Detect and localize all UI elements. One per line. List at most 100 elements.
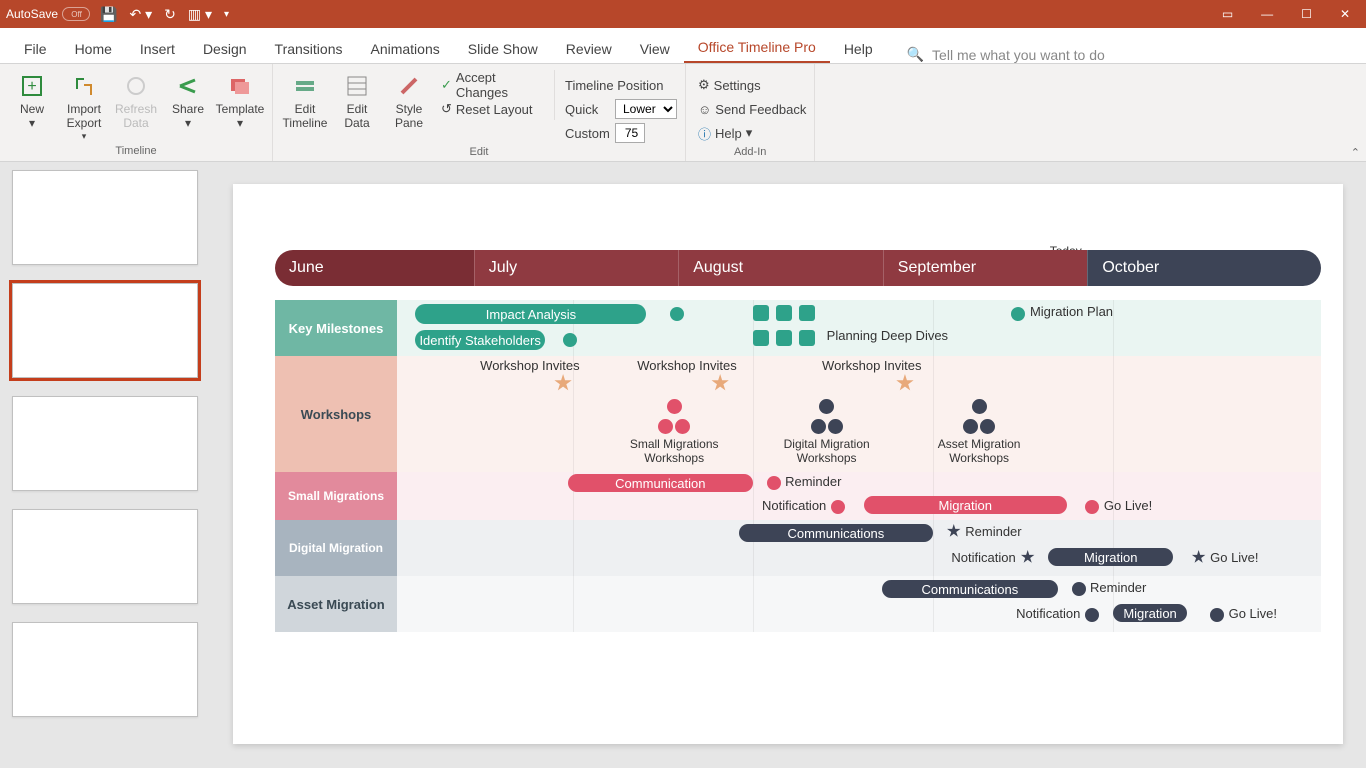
share-button[interactable]: Share▾ xyxy=(164,70,212,131)
tab-home[interactable]: Home xyxy=(61,35,126,63)
bar-communications[interactable]: Communications xyxy=(882,580,1058,598)
star-icon[interactable] xyxy=(1192,550,1206,564)
smile-icon: ☺ xyxy=(698,102,711,117)
slide-canvas[interactable]: Today▼ June July August September Octobe… xyxy=(233,184,1343,744)
milestone-square[interactable] xyxy=(753,330,769,346)
help-icon: ⓘ xyxy=(698,124,711,143)
custom-input[interactable] xyxy=(615,123,645,143)
gear-icon: ⚙ xyxy=(698,77,710,93)
star-icon[interactable] xyxy=(947,524,961,538)
edit-timeline-button[interactable]: Edit Timeline xyxy=(281,70,329,131)
star-icon[interactable] xyxy=(1021,550,1035,564)
swimlane-label: Digital Migration xyxy=(275,520,397,576)
ribbon: +New▾ Import Export▾ Refresh Data Share▾… xyxy=(0,64,1366,162)
bar-communication[interactable]: Communication xyxy=(568,474,753,492)
star-icon[interactable] xyxy=(896,374,914,392)
milestone-dot[interactable] xyxy=(767,476,781,490)
workshop-group[interactable] xyxy=(804,398,850,438)
milestone-square[interactable] xyxy=(776,305,792,321)
swimlane-digital-migration: Digital Migration Communications Reminde… xyxy=(275,520,1321,576)
milestone-square[interactable] xyxy=(753,305,769,321)
tab-insert[interactable]: Insert xyxy=(126,35,189,63)
bar-migration[interactable]: Migration xyxy=(1048,548,1173,566)
undo-icon[interactable]: ↶ ▾ xyxy=(129,6,152,23)
ribbon-display-icon[interactable]: ▭ xyxy=(1222,7,1233,21)
slide-editor[interactable]: Today▼ June July August September Octobe… xyxy=(210,162,1366,768)
save-icon[interactable]: 💾 xyxy=(100,6,117,23)
ribbon-group-edit: Edit Timeline Edit Data Style Pane ✓ Acc… xyxy=(273,64,686,161)
window-controls: ▭ ― ☐ ✕ xyxy=(1222,7,1360,21)
reset-layout-button[interactable]: ↺ Reset Layout xyxy=(441,98,548,120)
tell-me-search[interactable]: 🔍 Tell me what you want to do xyxy=(907,46,1105,63)
star-icon[interactable] xyxy=(554,374,572,392)
swimlane-small-migrations: Small Migrations Communication Reminder … xyxy=(275,472,1321,520)
label-notification: Notification xyxy=(762,498,826,513)
label-reminder: Reminder xyxy=(1090,580,1146,595)
tab-view[interactable]: View xyxy=(626,35,684,63)
qat-more-icon[interactable]: ▾ xyxy=(224,9,229,20)
edit-data-button[interactable]: Edit Data xyxy=(333,70,381,131)
help-button[interactable]: ⓘ Help ▾ xyxy=(698,122,806,144)
label-notification: Notification xyxy=(1016,606,1080,621)
send-feedback-button[interactable]: ☺ Send Feedback xyxy=(698,98,806,120)
milestone-dot[interactable] xyxy=(1011,307,1025,321)
thumbnail-panel[interactable] xyxy=(0,162,210,768)
maximize-icon[interactable]: ☐ xyxy=(1301,7,1312,21)
label-digital-mig-workshops: Digital Migration Workshops xyxy=(784,438,870,466)
label-workshop-invites: Workshop Invites xyxy=(822,358,921,373)
tab-office-timeline-pro[interactable]: Office Timeline Pro xyxy=(684,33,830,63)
tab-slideshow[interactable]: Slide Show xyxy=(454,35,552,63)
redo-icon[interactable]: ↻ xyxy=(164,6,176,23)
tab-design[interactable]: Design xyxy=(189,35,261,63)
present-icon[interactable]: ▥ ▾ xyxy=(188,6,212,23)
close-icon[interactable]: ✕ xyxy=(1340,7,1350,21)
import-export-button[interactable]: Import Export▾ xyxy=(60,70,108,142)
milestone-square[interactable] xyxy=(799,305,815,321)
month-july: July xyxy=(474,250,679,286)
autosave-toggle[interactable]: AutoSave Off xyxy=(6,7,90,21)
autosave-switch[interactable]: Off xyxy=(62,7,90,21)
slide-thumbnail[interactable] xyxy=(12,170,198,265)
workshop-group[interactable] xyxy=(651,398,697,438)
tab-animations[interactable]: Animations xyxy=(356,35,453,63)
bar-communications[interactable]: Communications xyxy=(739,524,933,542)
style-pane-button[interactable]: Style Pane xyxy=(385,70,433,131)
workshop-group[interactable] xyxy=(956,398,1002,438)
label-reminder: Reminder xyxy=(785,474,841,489)
star-icon[interactable] xyxy=(711,374,729,392)
milestone-dot[interactable] xyxy=(1210,608,1224,622)
settings-button[interactable]: ⚙ Settings xyxy=(698,74,806,96)
tab-transitions[interactable]: Transitions xyxy=(261,35,357,63)
tab-help[interactable]: Help xyxy=(830,35,887,63)
bar-identify-stakeholders[interactable]: Identify Stakeholders xyxy=(415,330,544,350)
swimlane-asset-migration: Asset Migration Communications Reminder … xyxy=(275,576,1321,632)
tab-file[interactable]: File xyxy=(10,35,61,63)
new-button[interactable]: +New▾ xyxy=(8,70,56,131)
milestone-dot[interactable] xyxy=(1085,500,1099,514)
milestone-dot[interactable] xyxy=(563,333,577,347)
milestone-square[interactable] xyxy=(776,330,792,346)
milestone-dot[interactable] xyxy=(670,307,684,321)
slide-thumbnail[interactable] xyxy=(12,283,198,378)
bar-impact-analysis[interactable]: Impact Analysis xyxy=(415,304,646,324)
minimize-icon[interactable]: ― xyxy=(1261,7,1273,21)
bar-migration[interactable]: Migration xyxy=(1113,604,1187,622)
collapse-ribbon-icon[interactable]: ⌃ xyxy=(1351,146,1360,159)
bar-migration[interactable]: Migration xyxy=(864,496,1067,514)
slide-thumbnail[interactable] xyxy=(12,622,198,717)
label-asset-mig-workshops: Asset Migration Workshops xyxy=(938,438,1021,466)
month-june: June xyxy=(275,250,474,286)
work-area: Today▼ June July August September Octobe… xyxy=(0,162,1366,768)
template-button[interactable]: Template▾ xyxy=(216,70,264,131)
slide-thumbnail[interactable] xyxy=(12,509,198,604)
milestone-dot[interactable] xyxy=(1085,608,1099,622)
slide-thumbnail[interactable] xyxy=(12,396,198,491)
tab-review[interactable]: Review xyxy=(552,35,626,63)
milestone-dot[interactable] xyxy=(1072,582,1086,596)
accept-changes-button[interactable]: ✓ Accept Changes xyxy=(441,74,548,96)
refresh-data-button: Refresh Data xyxy=(112,70,160,131)
milestone-square[interactable] xyxy=(799,330,815,346)
milestone-dot[interactable] xyxy=(831,500,845,514)
quick-select[interactable]: Lower xyxy=(615,99,677,119)
month-bar: June July August September October xyxy=(275,250,1321,286)
